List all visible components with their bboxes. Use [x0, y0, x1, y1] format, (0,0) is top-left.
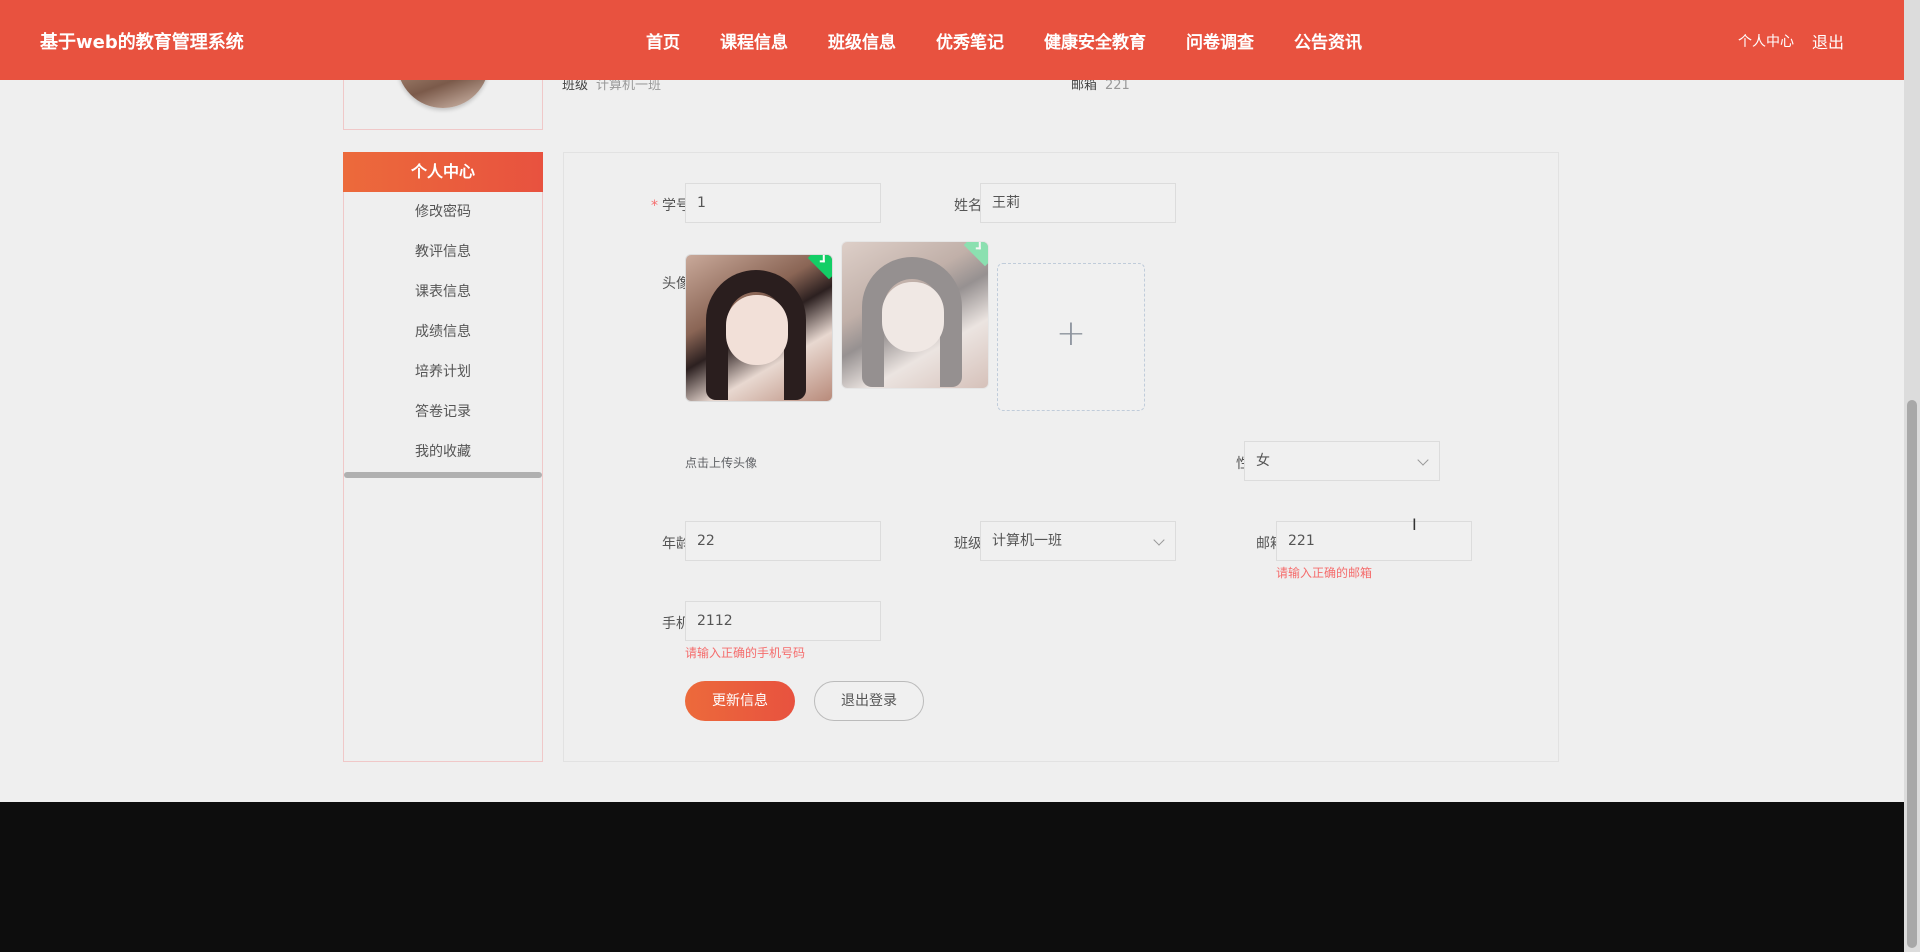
page-scrollbar[interactable]: [1904, 0, 1920, 952]
avatar-upload-button[interactable]: +: [997, 263, 1145, 411]
text-cursor-icon: I: [1412, 515, 1417, 534]
top-navbar: 基于web的教育管理系统 首页 课程信息 班级信息 优秀笔记 健康安全教育 问卷…: [0, 0, 1904, 80]
profile-class-value: 计算机一班: [596, 78, 662, 93]
sidebar-item-favorites[interactable]: 我的收藏: [344, 432, 542, 472]
class-select[interactable]: 计算机一班: [980, 521, 1176, 561]
class-label: 班级: [954, 536, 982, 552]
logout-button[interactable]: 退出登录: [814, 681, 924, 721]
gender-select[interactable]: 女: [1244, 441, 1440, 481]
nav-item-notes[interactable]: 优秀笔记: [936, 28, 1004, 53]
nav-item-courses[interactable]: 课程信息: [720, 28, 788, 53]
sidebar-scrollbar[interactable]: [344, 472, 542, 478]
email-input[interactable]: 221: [1276, 521, 1472, 561]
sidebar-item-evaluation[interactable]: 教评信息: [344, 232, 542, 272]
chevron-down-icon: [1153, 534, 1165, 546]
sidebar-title: 个人中心: [343, 152, 543, 192]
page-scrollbar-thumb[interactable]: [1907, 400, 1917, 948]
logout-link[interactable]: 退出: [1812, 29, 1844, 53]
nav-item-health-safety[interactable]: 健康安全教育: [1044, 28, 1146, 53]
nav-item-announcements[interactable]: 公告资讯: [1294, 28, 1362, 53]
sidebar-item-training-plan[interactable]: 培养计划: [344, 352, 542, 392]
gender-value: 女: [1256, 453, 1270, 469]
avatar-thumbnail-1[interactable]: [685, 254, 833, 402]
avatar-label: 头像: [662, 276, 690, 292]
avatar-thumbnail-2[interactable]: [841, 241, 989, 389]
profile-class-label: 班级: [562, 78, 589, 93]
age-input[interactable]: 22: [685, 521, 881, 561]
sidebar-item-grades[interactable]: 成绩信息: [344, 312, 542, 352]
profile-form-panel: *学号 1 姓名 王莉 头像 + 点击上传头像 性别 女 年龄 22 班级 计算…: [563, 152, 1559, 762]
sidebar-item-timetable[interactable]: 课表信息: [344, 272, 542, 312]
class-value: 计算机一班: [992, 533, 1062, 549]
check-icon: [807, 255, 832, 280]
name-label: 姓名: [954, 198, 982, 214]
top-right-links: 个人中心 退出: [1738, 29, 1844, 53]
profile-email-value: 221: [1105, 78, 1130, 93]
upload-hint: 点击上传头像: [685, 456, 758, 470]
nav-item-survey[interactable]: 问卷调查: [1186, 28, 1254, 53]
email-error: 请输入正确的邮箱: [1276, 566, 1373, 580]
plus-icon: +: [1055, 313, 1087, 354]
sidebar: 个人中心 修改密码 教评信息 课表信息 成绩信息 培养计划 答卷记录 我的收藏: [343, 152, 543, 762]
phone-input[interactable]: 2112: [685, 601, 881, 641]
update-info-button[interactable]: 更新信息: [685, 681, 795, 721]
main-nav: 首页 课程信息 班级信息 优秀笔记 健康安全教育 问卷调查 公告资讯: [646, 28, 1402, 53]
phone-label: 手机: [662, 616, 690, 632]
email-label: 邮箱: [1256, 536, 1284, 552]
check-icon: [963, 242, 988, 267]
sidebar-item-answer-records[interactable]: 答卷记录: [344, 392, 542, 432]
profile-email-label: 邮箱: [1071, 78, 1098, 93]
footer: [0, 802, 1904, 952]
sidebar-item-change-password[interactable]: 修改密码: [344, 192, 542, 232]
phone-error: 请输入正确的手机号码: [685, 646, 806, 660]
site-brand[interactable]: 基于web的教育管理系统: [40, 28, 244, 54]
student-id-label: * 学号: [651, 198, 690, 214]
nav-item-home[interactable]: 首页: [646, 28, 680, 53]
age-label: 年龄: [662, 536, 690, 552]
name-input[interactable]: 王莉: [980, 183, 1176, 223]
nav-item-classes[interactable]: 班级信息: [828, 28, 896, 53]
student-id-input[interactable]: 1: [685, 183, 881, 223]
chevron-down-icon: [1417, 454, 1429, 466]
user-center-link[interactable]: 个人中心: [1738, 31, 1794, 51]
